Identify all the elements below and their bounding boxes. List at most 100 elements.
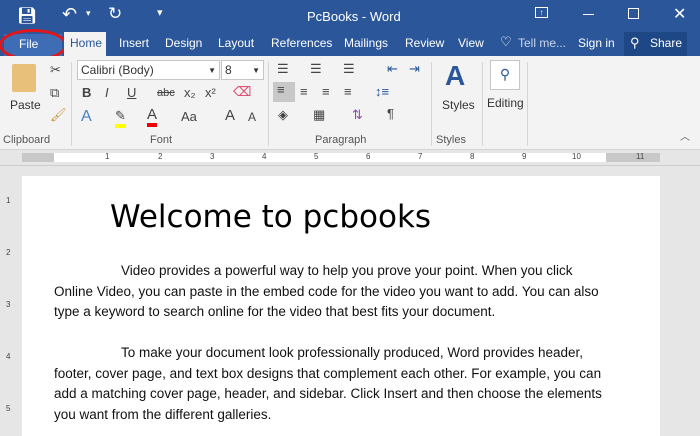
undo-icon[interactable]: ↶: [62, 4, 77, 25]
tab-layout[interactable]: Layout: [218, 36, 254, 50]
ruler-tick: 2: [158, 152, 163, 161]
document-paragraph: Video provides a powerful way to help yo…: [54, 263, 599, 320]
ruler-tick: 1: [105, 152, 110, 161]
clear-formatting-icon[interactable]: ⌫: [233, 84, 251, 100]
tab-design[interactable]: Design: [165, 36, 202, 50]
group-label: Font: [150, 134, 173, 146]
document-page[interactable]: Welcome to pcbooks Video provides a powe…: [22, 176, 660, 436]
multilevel-list-icon[interactable]: ☰: [343, 61, 355, 77]
copy-icon[interactable]: ⧉: [50, 85, 59, 101]
redo-icon[interactable]: ↻: [108, 4, 122, 24]
sign-in-link[interactable]: Sign in: [578, 36, 615, 50]
ruler-tick: 4: [262, 152, 267, 161]
collapse-ribbon-icon[interactable]: ︿: [680, 128, 690, 143]
minimize-button[interactable]: [583, 14, 594, 15]
close-button[interactable]: ✕: [673, 4, 686, 24]
tab-review[interactable]: Review: [405, 36, 444, 50]
divider: [527, 62, 528, 146]
justify-button[interactable]: ≡: [344, 84, 352, 99]
tab-home[interactable]: Home: [64, 32, 106, 56]
ribbon-tabs: File Home Insert Design Layout Reference…: [0, 29, 700, 61]
bold-button[interactable]: B: [82, 85, 91, 100]
group-label: Clipboard: [3, 134, 51, 146]
ruler-tick: 6: [366, 152, 371, 161]
person-icon: ⚲: [630, 35, 640, 50]
ruler-tick: 2: [6, 248, 11, 257]
tab-view[interactable]: View: [458, 36, 484, 50]
decrease-indent-icon[interactable]: ⇤: [387, 61, 398, 77]
divider: [482, 62, 483, 146]
text-effects-icon[interactable]: A: [81, 108, 92, 126]
format-painter-icon[interactable]: 🖌︎: [50, 107, 67, 123]
strikethrough-button[interactable]: abc: [157, 87, 175, 99]
change-case-button[interactable]: Aa: [181, 109, 197, 124]
font-size-select[interactable]: 8 ▼: [221, 60, 264, 80]
document-paragraph: To make your document look professionall…: [54, 345, 602, 423]
tab-label: Home: [70, 36, 103, 50]
font-name-value: Calibri (Body): [81, 63, 154, 77]
line-spacing-icon[interactable]: ↕≡: [375, 84, 389, 99]
divider: [71, 62, 72, 146]
customize-qat-icon[interactable]: ▾: [157, 6, 163, 19]
align-left-button[interactable]: ≡: [273, 82, 295, 102]
font-color-icon[interactable]: A: [147, 106, 158, 127]
tell-me-input[interactable]: Tell me...: [518, 36, 566, 50]
ribbon: Paste ✂ ⧉ 🖌︎ Clipboard Calibri (Body) ▼ 8…: [0, 56, 700, 150]
save-icon[interactable]: 💾︎: [17, 6, 37, 26]
styles-button[interactable]: Styles: [442, 98, 475, 112]
tab-references[interactable]: References: [271, 36, 332, 50]
align-right-button[interactable]: ≡: [322, 84, 330, 99]
tab-mailings[interactable]: Mailings: [344, 36, 388, 50]
group-label: Styles: [436, 134, 466, 146]
document-heading: Welcome to pcbooks: [110, 199, 432, 235]
ruler-tick: 11: [636, 152, 645, 161]
vertical-ruler[interactable]: 1 2 3 4 5: [0, 166, 20, 431]
paste-button[interactable]: Paste: [10, 98, 41, 112]
shrink-font-button[interactable]: A: [248, 110, 256, 124]
sort-icon[interactable]: ⇅: [352, 107, 363, 123]
font-name-select[interactable]: Calibri (Body) ▼: [77, 60, 220, 80]
highlight-color-icon[interactable]: ✎: [115, 108, 126, 128]
paste-icon[interactable]: [12, 64, 36, 92]
divider: [268, 62, 269, 146]
divider: [431, 62, 432, 146]
ruler-tick: 5: [314, 152, 319, 161]
find-icon[interactable]: ⚲: [490, 60, 520, 90]
tab-insert[interactable]: Insert: [119, 36, 149, 50]
ruler-tick: 3: [210, 152, 215, 161]
ruler-tick: 5: [6, 404, 11, 413]
ruler-tick: 4: [6, 352, 11, 361]
group-label: Paragraph: [315, 134, 367, 146]
font-size-value: 8: [225, 63, 232, 77]
lightbulb-icon: ♡: [500, 34, 512, 49]
undo-dropdown-icon[interactable]: ▾: [86, 8, 91, 19]
ribbon-display-options-icon[interactable]: ↑: [535, 7, 548, 18]
cut-icon[interactable]: ✂: [50, 62, 61, 78]
increase-indent-icon[interactable]: ⇥: [409, 61, 420, 77]
underline-button[interactable]: U: [127, 85, 136, 100]
borders-icon[interactable]: ▦: [313, 107, 325, 123]
center-button[interactable]: ≡: [300, 84, 308, 99]
title-bar: 💾︎ ↶ ▾ ↻ ▾ PcBooks - Word ↑ ✕: [0, 0, 700, 32]
ruler-tick: 3: [6, 300, 11, 309]
share-label: Share: [650, 36, 683, 50]
italic-button[interactable]: I: [105, 85, 109, 100]
numbering-icon[interactable]: ☰: [310, 61, 322, 77]
show-paragraph-marks-button[interactable]: ¶: [387, 106, 394, 121]
horizontal-ruler[interactable]: 1 2 3 4 5 6 7 8 9 10 11: [0, 150, 700, 166]
grow-font-button[interactable]: A: [225, 107, 235, 124]
ruler-tick: 1: [6, 196, 11, 205]
window-title: PcBooks - Word: [307, 9, 401, 24]
ruler-tick: 10: [572, 152, 581, 161]
share-button[interactable]: ⚲ Share: [624, 32, 687, 56]
maximize-button[interactable]: [628, 8, 639, 19]
superscript-button[interactable]: x²: [205, 85, 216, 100]
bullets-icon[interactable]: ☰: [277, 61, 289, 77]
editing-button[interactable]: Editing: [487, 96, 524, 110]
styles-icon[interactable]: A: [445, 60, 465, 92]
subscript-button[interactable]: x₂: [184, 85, 196, 100]
ruler-tick: 7: [418, 152, 423, 161]
shading-icon[interactable]: ◈: [278, 107, 288, 123]
ruler-tick: 8: [470, 152, 475, 161]
ruler-tick: 9: [522, 152, 527, 161]
